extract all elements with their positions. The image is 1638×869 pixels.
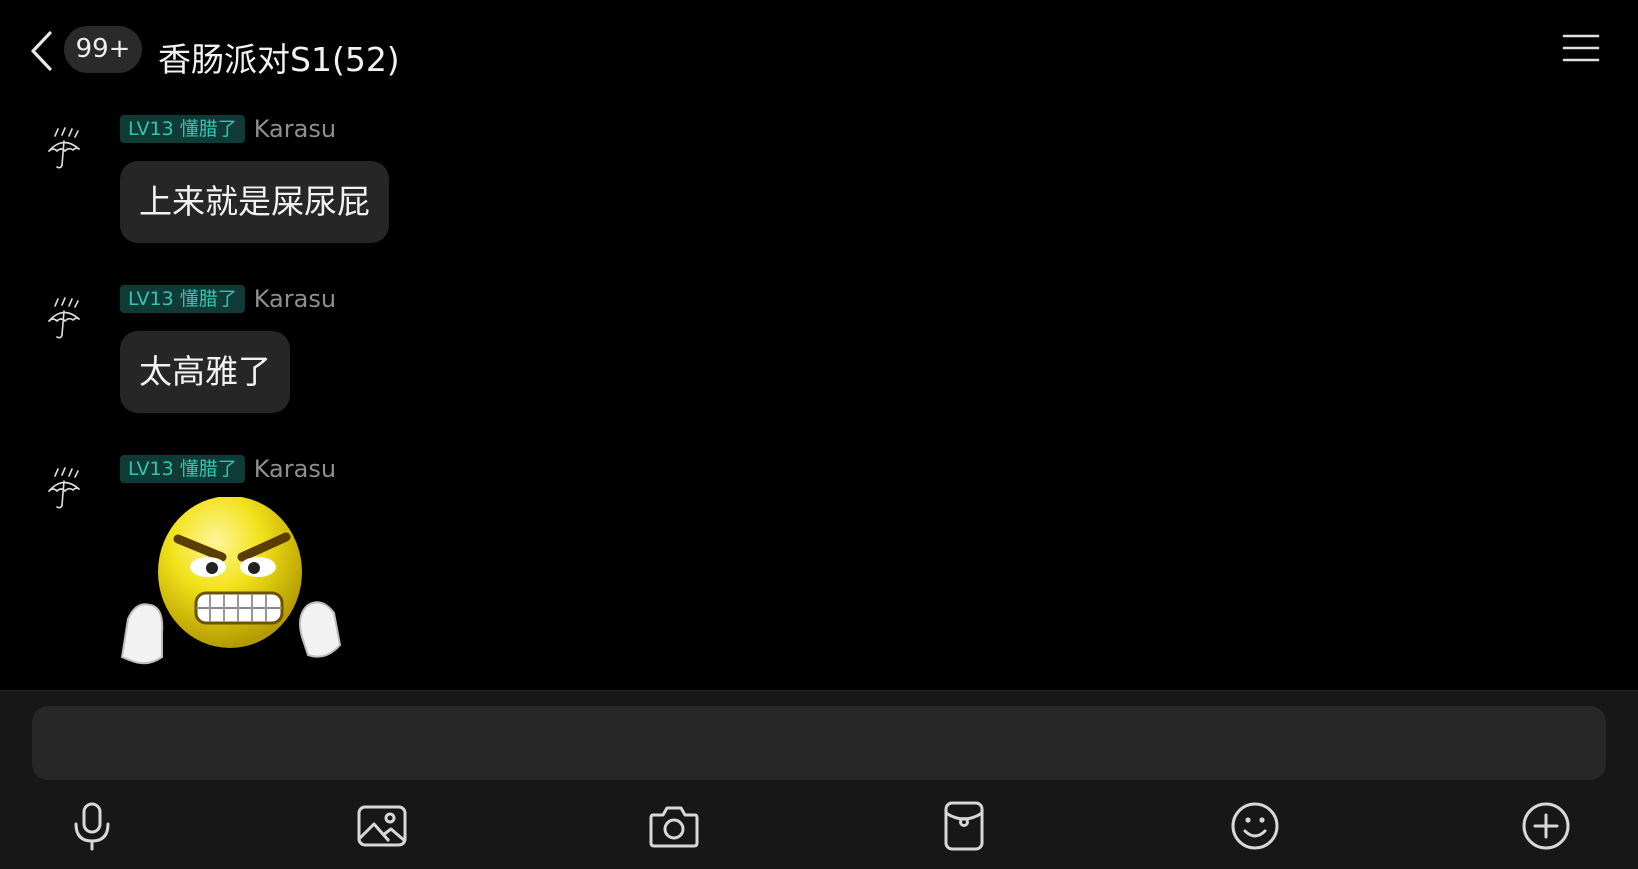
hamburger-menu-icon[interactable]: [1562, 32, 1600, 64]
message-input[interactable]: [32, 706, 1606, 780]
sender-name[interactable]: Karasu: [254, 455, 336, 483]
message-bubble[interactable]: 太高雅了: [120, 331, 290, 413]
sender-name[interactable]: Karasu: [254, 285, 336, 313]
message-meta: LV13 懂腊了 Karasu: [120, 115, 336, 143]
composer-bar: [0, 690, 1638, 869]
chat-header: 99+ 香肠派对S1(52): [0, 0, 1638, 105]
sender-name[interactable]: Karasu: [254, 115, 336, 143]
image-icon[interactable]: [355, 799, 409, 853]
level-badge: LV13 懂腊了: [120, 285, 245, 313]
emoji-icon[interactable]: [1228, 799, 1282, 853]
red-packet-icon[interactable]: [937, 799, 991, 853]
message-meta: LV13 懂腊了 Karasu: [120, 285, 336, 313]
plus-icon[interactable]: [1519, 799, 1573, 853]
umbrella-rain-icon[interactable]: [44, 127, 86, 173]
unread-count-badge[interactable]: 99+: [64, 26, 142, 73]
back-chevron-icon[interactable]: [26, 28, 56, 74]
level-badge: LV13 懂腊了: [120, 455, 245, 483]
umbrella-rain-icon[interactable]: [44, 467, 86, 513]
chat-title: 香肠派对S1(52): [158, 40, 400, 79]
level-badge: LV13 懂腊了: [120, 115, 245, 143]
microphone-icon[interactable]: [65, 799, 119, 853]
angry-emoji-sticker[interactable]: [118, 496, 344, 667]
message-meta: LV13 懂腊了 Karasu: [120, 455, 336, 483]
camera-icon[interactable]: [647, 799, 701, 853]
umbrella-rain-icon[interactable]: [44, 297, 86, 343]
message-bubble[interactable]: 上来就是屎尿屁: [120, 161, 389, 243]
